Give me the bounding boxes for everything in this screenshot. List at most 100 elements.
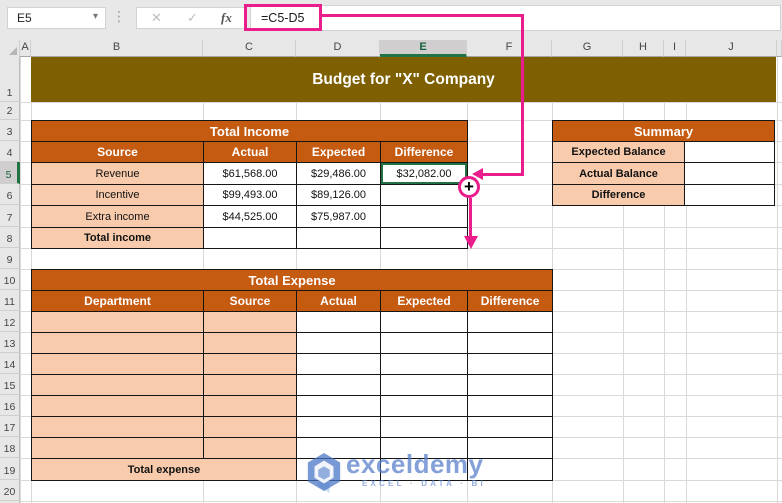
row-header-20[interactable]: 20 bbox=[0, 480, 20, 501]
cell-E15[interactable] bbox=[380, 374, 468, 396]
cell-B8-total-income[interactable]: Total income bbox=[31, 227, 204, 249]
cell-B19-total-expense[interactable]: Total expense bbox=[31, 458, 297, 481]
cell-G5-actual-balance[interactable]: Actual Balance bbox=[552, 162, 685, 185]
formula-input[interactable]: =C5-D5 bbox=[250, 5, 781, 31]
row-header-9[interactable]: 9 bbox=[0, 248, 20, 269]
cell-E14[interactable] bbox=[380, 353, 468, 375]
cell-B6[interactable]: Incentive bbox=[31, 184, 204, 206]
expense-header-difference[interactable]: Difference bbox=[466, 290, 554, 312]
cell-J5[interactable] bbox=[684, 162, 775, 185]
row-header-19[interactable]: 19 bbox=[0, 458, 20, 480]
cell-D6[interactable]: $89,126.00 bbox=[296, 184, 381, 206]
cell-C15[interactable] bbox=[203, 374, 297, 396]
chevron-down-icon[interactable]: ▾ bbox=[93, 11, 98, 22]
cell-E6[interactable] bbox=[379, 184, 469, 206]
row-header-18[interactable]: 18 bbox=[0, 437, 20, 458]
column-header-H[interactable]: H bbox=[623, 40, 664, 57]
expense-header-department[interactable]: Department bbox=[31, 290, 204, 312]
cell-J4[interactable] bbox=[684, 141, 775, 163]
cell-D7[interactable]: $75,987.00 bbox=[296, 205, 381, 228]
cell-C7[interactable]: $44,525.00 bbox=[203, 205, 297, 228]
cell-E16[interactable] bbox=[380, 395, 468, 417]
cell-D13[interactable] bbox=[296, 332, 381, 354]
cell-D19[interactable] bbox=[296, 458, 381, 481]
cell-B14[interactable] bbox=[31, 353, 204, 375]
row-header-11[interactable]: 11 bbox=[0, 290, 20, 311]
cell-J6[interactable] bbox=[684, 184, 775, 206]
cell-F17[interactable] bbox=[466, 416, 554, 438]
cell-E8[interactable] bbox=[379, 227, 469, 249]
cell-E18[interactable] bbox=[380, 437, 468, 459]
column-header-E[interactable]: E bbox=[380, 40, 467, 57]
cell-E13[interactable] bbox=[380, 332, 468, 354]
row-header-6[interactable]: 6 bbox=[0, 184, 20, 205]
cell-C5[interactable]: $61,568.00 bbox=[203, 162, 297, 185]
cell-B13[interactable] bbox=[31, 332, 204, 354]
row-header-17[interactable]: 17 bbox=[0, 416, 20, 437]
cell-C12[interactable] bbox=[203, 311, 297, 333]
cell-D5[interactable]: $29,486.00 bbox=[296, 162, 381, 185]
fill-handle-annotation[interactable]: + bbox=[458, 176, 480, 198]
column-header-B[interactable]: B bbox=[31, 40, 203, 57]
cell-C8[interactable] bbox=[203, 227, 297, 249]
cell-D17[interactable] bbox=[296, 416, 381, 438]
expense-title-cell[interactable]: Total Expense bbox=[30, 269, 554, 291]
income-header-difference[interactable]: Difference bbox=[379, 141, 469, 163]
row-header-10[interactable]: 10 bbox=[0, 269, 20, 290]
column-header-D[interactable]: D bbox=[296, 40, 380, 57]
income-header-actual[interactable]: Actual bbox=[203, 141, 297, 163]
row-header-12[interactable]: 12 bbox=[0, 311, 20, 332]
select-all-button[interactable] bbox=[0, 40, 20, 57]
row-header-8[interactable]: 8 bbox=[0, 227, 20, 248]
row-header-4[interactable]: 4 bbox=[0, 141, 20, 162]
cell-C16[interactable] bbox=[203, 395, 297, 417]
income-header-expected[interactable]: Expected bbox=[296, 141, 381, 163]
row-header-2[interactable]: 2 bbox=[0, 102, 20, 120]
cell-B15[interactable] bbox=[31, 374, 204, 396]
cell-D14[interactable] bbox=[296, 353, 381, 375]
row-header-1[interactable]: 1 bbox=[0, 57, 20, 102]
row-header-15[interactable]: 15 bbox=[0, 374, 20, 395]
cell-E5-selected[interactable]: $32,082.00 bbox=[379, 162, 469, 185]
expense-header-actual[interactable]: Actual bbox=[296, 290, 381, 312]
cell-F15[interactable] bbox=[466, 374, 554, 396]
income-header-source[interactable]: Source bbox=[31, 141, 204, 163]
row-header-3[interactable]: 3 bbox=[0, 120, 20, 141]
cell-D16[interactable] bbox=[296, 395, 381, 417]
cell-C13[interactable] bbox=[203, 332, 297, 354]
column-header-G[interactable]: G bbox=[552, 40, 623, 57]
cell-F16[interactable] bbox=[466, 395, 554, 417]
column-header-I[interactable]: I bbox=[664, 40, 686, 57]
cell-F14[interactable] bbox=[466, 353, 554, 375]
row-header-16[interactable]: 16 bbox=[0, 395, 20, 416]
cell-B12[interactable] bbox=[31, 311, 204, 333]
summary-title-cell[interactable]: Summary bbox=[552, 120, 775, 142]
enter-icon[interactable]: ✓ bbox=[187, 10, 198, 26]
sheet-title-banner[interactable]: Budget for "X" Company bbox=[31, 57, 776, 102]
cell-B5[interactable]: Revenue bbox=[31, 162, 204, 185]
column-header-K[interactable] bbox=[777, 40, 782, 57]
cell-E17[interactable] bbox=[380, 416, 468, 438]
income-title-cell[interactable]: Total Income bbox=[30, 120, 469, 142]
column-header-C[interactable]: C bbox=[203, 40, 296, 57]
row-header-5[interactable]: 5 bbox=[0, 162, 20, 184]
column-header-J[interactable]: J bbox=[686, 40, 777, 57]
cell-C14[interactable] bbox=[203, 353, 297, 375]
cell-C18[interactable] bbox=[203, 437, 297, 459]
cell-F12[interactable] bbox=[466, 311, 554, 333]
row-header-13[interactable]: 13 bbox=[0, 332, 20, 353]
cell-B17[interactable] bbox=[31, 416, 204, 438]
row-header-14[interactable]: 14 bbox=[0, 353, 20, 374]
cell-B18[interactable] bbox=[31, 437, 204, 459]
cell-F18[interactable] bbox=[466, 437, 554, 459]
cancel-icon[interactable]: ✕ bbox=[151, 10, 162, 26]
cell-C17[interactable] bbox=[203, 416, 297, 438]
cell-E7[interactable] bbox=[379, 205, 469, 228]
expense-header-expected[interactable]: Expected bbox=[380, 290, 468, 312]
cell-G4-expected-balance[interactable]: Expected Balance bbox=[552, 141, 685, 163]
cell-D12[interactable] bbox=[296, 311, 381, 333]
column-header-F[interactable]: F bbox=[467, 40, 552, 57]
column-header-A[interactable]: A bbox=[20, 40, 31, 57]
cell-D15[interactable] bbox=[296, 374, 381, 396]
cell-D18[interactable] bbox=[296, 437, 381, 459]
